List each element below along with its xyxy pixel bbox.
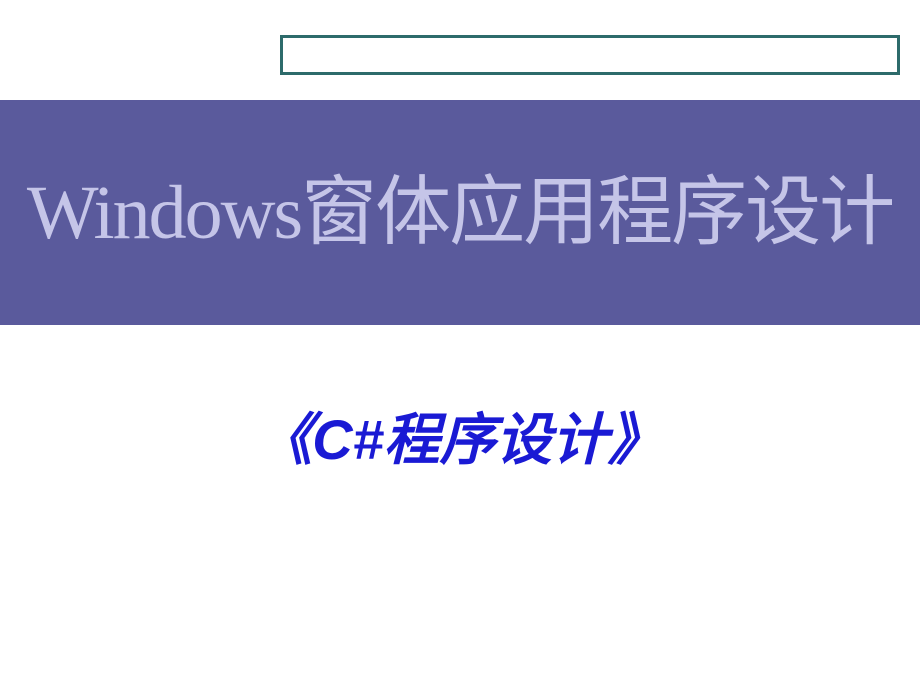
slide-title: Windows窗体应用程序设计	[0, 150, 920, 260]
slide-container: Windows窗体应用程序设计 《C#程序设计》	[0, 0, 920, 690]
decorative-box	[280, 35, 900, 75]
slide-subtitle: 《C#程序设计》	[0, 395, 920, 476]
